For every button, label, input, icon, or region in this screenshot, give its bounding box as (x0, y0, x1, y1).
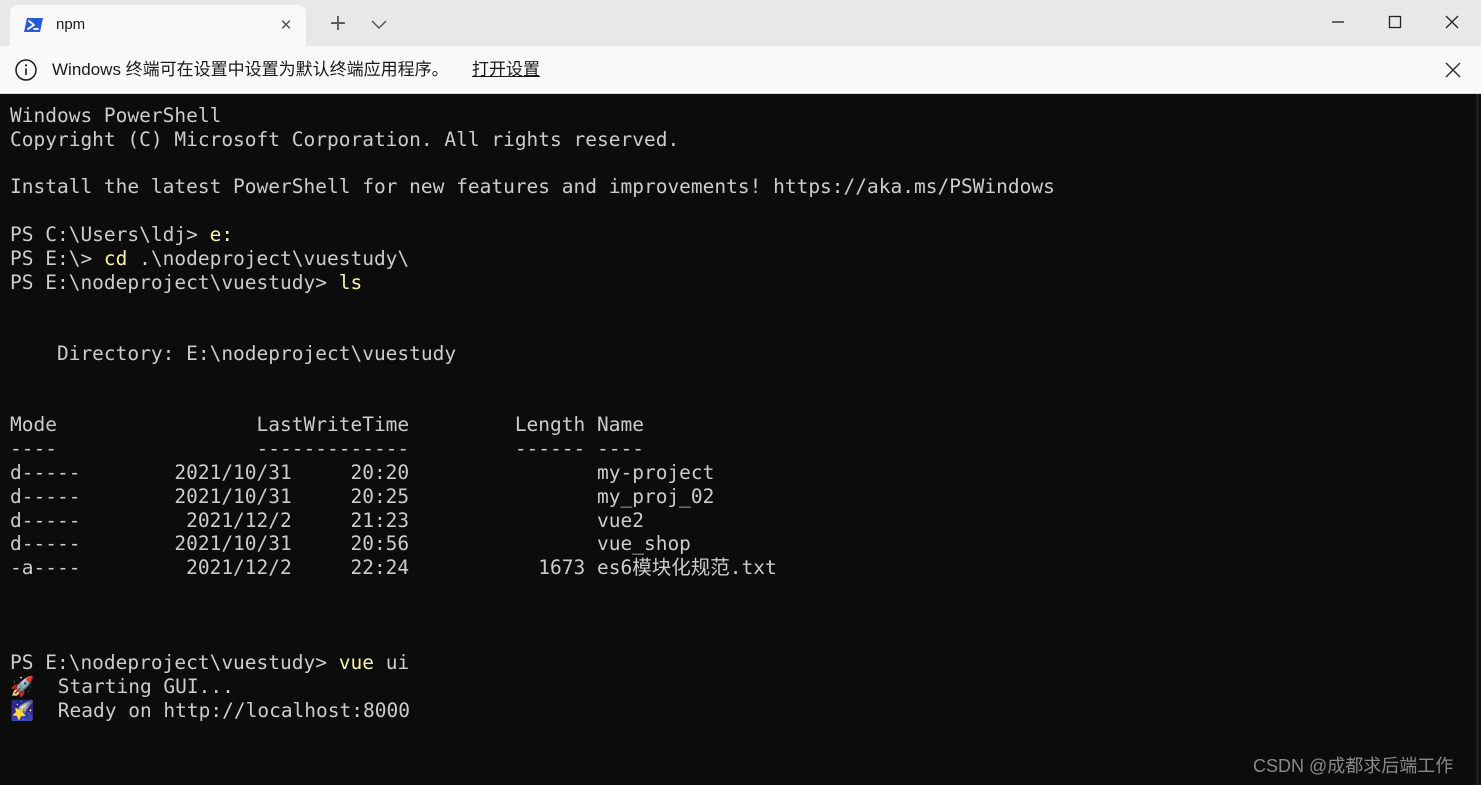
command-args: .\nodeproject\vuestudy\ (127, 246, 410, 270)
info-icon (14, 58, 38, 82)
close-button[interactable] (1424, 0, 1480, 44)
terminal-window: npm ✕ + Windows 终端可在设置中设置为默认终端应用程序。 打开设置… (0, 0, 1481, 785)
info-dismiss-button[interactable] (1440, 57, 1466, 83)
terminal-line: Install the latest PowerShell for new fe… (10, 175, 1055, 199)
powershell-icon (24, 15, 44, 35)
terminal-line: Mode LastWriteTime Length Name (10, 413, 644, 437)
terminal-line: d----- 2021/12/2 21:23 vue2 (10, 508, 644, 532)
prompt-text: PS E:\nodeproject\vuestudy> (10, 270, 339, 294)
terminal-line: -a---- 2021/12/2 22:24 1673 es6模块化规范.txt (10, 556, 777, 580)
terminal-line: PS C:\Users\ldj> e: (10, 223, 1055, 247)
info-message: Windows 终端可在设置中设置为默认终端应用程序。 (52, 60, 449, 79)
command-text: e: (209, 222, 234, 246)
terminal-line: Directory: E:\nodeproject\vuestudy (10, 341, 457, 365)
tab-title: npm (56, 16, 86, 33)
prompt-text: PS C:\Users\ldj> (10, 222, 210, 246)
command-text: vue (338, 651, 374, 675)
close-icon (1445, 62, 1461, 78)
terminal-line: PS E:\> cd .\nodeproject\vuestudy\ (10, 247, 1055, 271)
terminal-line: 🌠 Ready on http://localhost:8000 (10, 698, 410, 722)
prompt-text: PS E:\nodeproject\vuestudy> (10, 651, 339, 675)
scrollbar[interactable] (1476, 94, 1479, 785)
terminal-line: Windows PowerShell (10, 104, 222, 127)
minimize-icon (1332, 21, 1344, 23)
terminal-line: Copyright (C) Microsoft Corporation. All… (10, 127, 680, 151)
terminal-output: Windows PowerShell Copyright (C) Microsof… (10, 104, 1055, 723)
maximize-button[interactable] (1367, 0, 1423, 44)
command-text: cd (103, 246, 128, 270)
close-icon (1445, 15, 1459, 29)
new-tab-button[interactable]: + (324, 10, 352, 38)
terminal-pane[interactable]: Windows PowerShell Copyright (C) Microsof… (0, 94, 1481, 785)
terminal-line: ---- ------------- ------ ---- (10, 437, 644, 461)
command-args: ui (373, 651, 410, 675)
terminal-line: d----- 2021/10/31 20:56 vue_shop (10, 532, 691, 556)
terminal-line: PS E:\nodeproject\vuestudy> vue ui (10, 651, 1055, 675)
info-bar: Windows 终端可在设置中设置为默认终端应用程序。 打开设置 (0, 46, 1481, 94)
command-text: ls (338, 270, 363, 294)
tab-close-icon[interactable]: ✕ (276, 15, 296, 35)
maximize-icon (1388, 15, 1402, 29)
terminal-line: d----- 2021/10/31 20:20 my-project (10, 460, 715, 484)
chevron-down-icon (371, 20, 387, 30)
minimize-button[interactable] (1310, 0, 1366, 44)
prompt-text: PS E:\> (10, 246, 104, 270)
watermark: CSDN @成都求后端工作 (1253, 756, 1454, 776)
terminal-line: d----- 2021/10/31 20:25 my_proj_02 (10, 484, 715, 508)
terminal-line: PS E:\nodeproject\vuestudy> ls (10, 271, 1055, 295)
terminal-line: 🚀 Starting GUI... (10, 675, 234, 699)
tab-dropdown-button[interactable] (366, 10, 392, 38)
tab-npm[interactable]: npm ✕ (10, 5, 306, 46)
open-settings-link[interactable]: 打开设置 (472, 59, 540, 81)
title-bar: npm ✕ + (0, 0, 1481, 46)
